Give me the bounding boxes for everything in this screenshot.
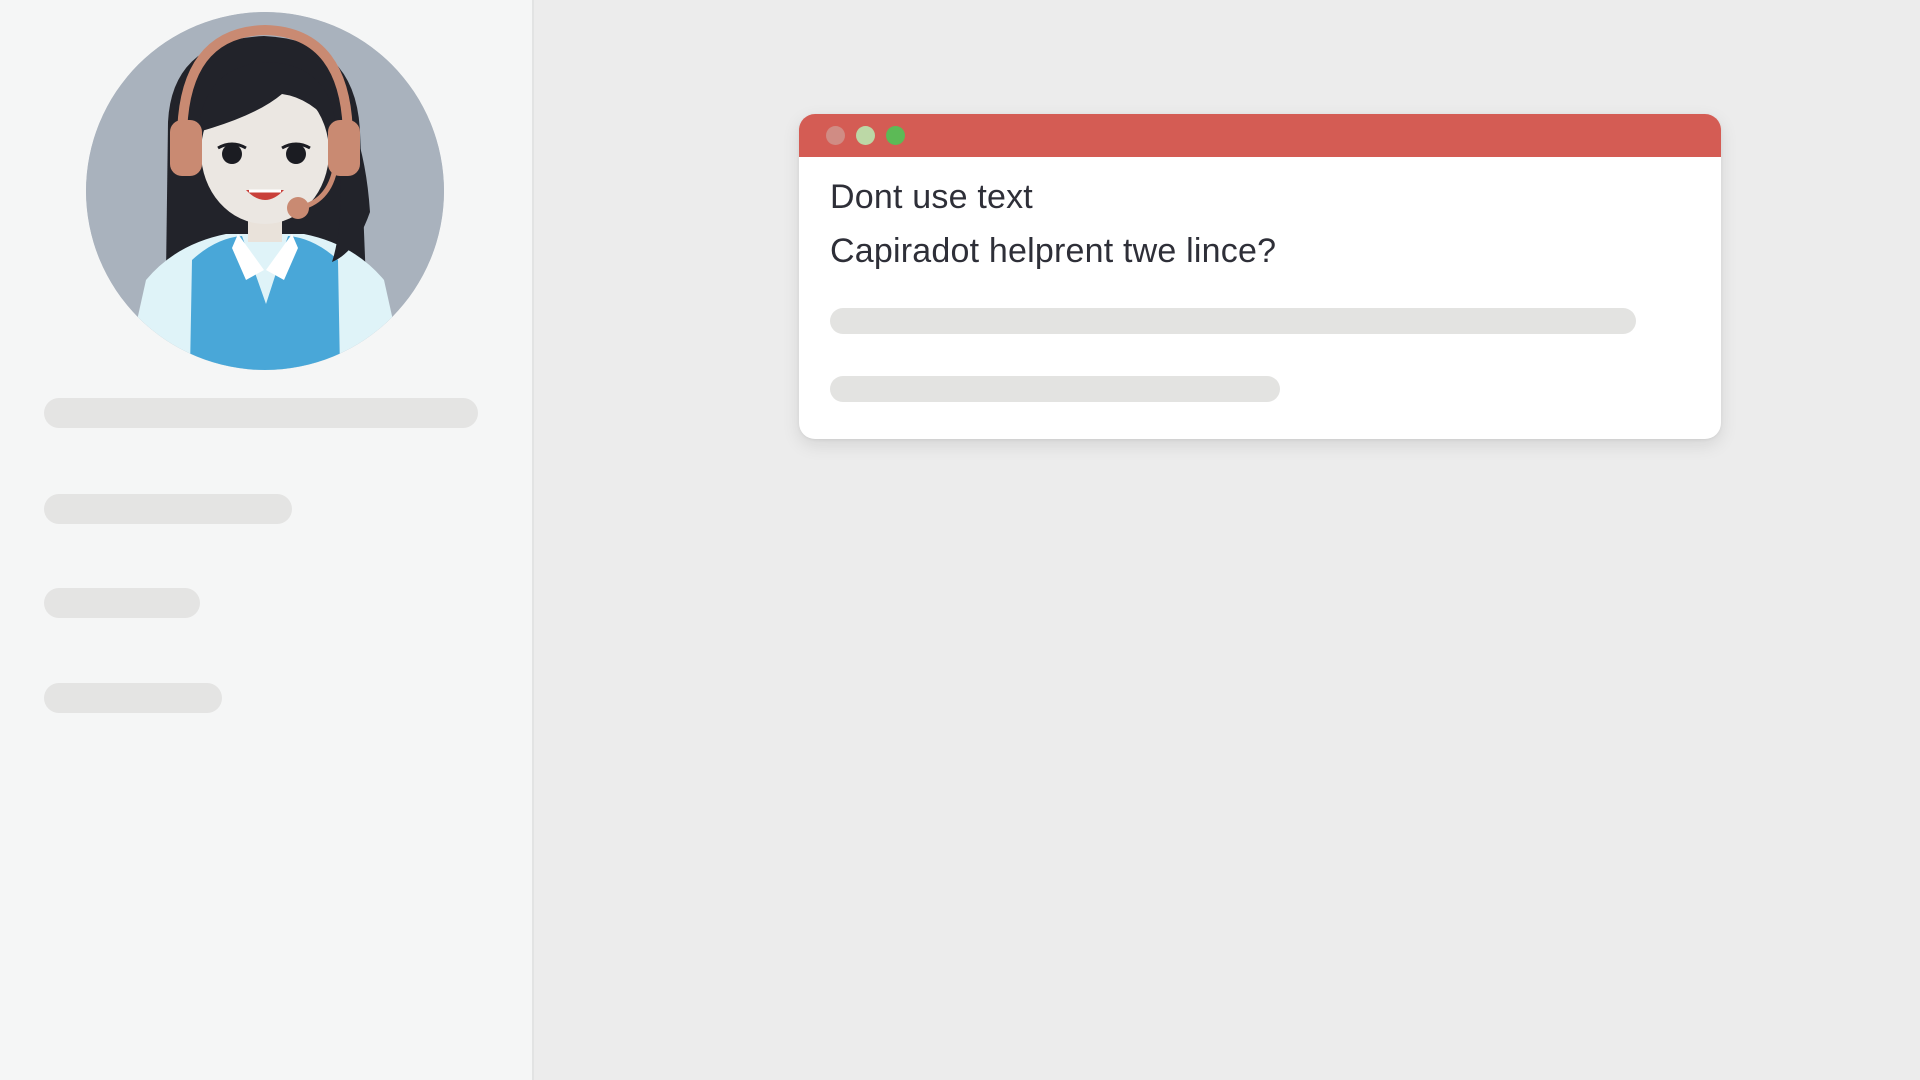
- avatar[interactable]: [86, 12, 444, 370]
- minimize-dot-icon[interactable]: [856, 126, 875, 145]
- support-agent-avatar-icon: [86, 12, 444, 370]
- app-window: Dont use text Capiradot helprent twe lin…: [0, 0, 1920, 1080]
- dialog-text-line-1: Dont use text: [830, 178, 1033, 216]
- message-dialog: Dont use text Capiradot helprent twe lin…: [799, 114, 1721, 439]
- name-placeholder: [44, 398, 478, 428]
- close-dot-icon[interactable]: [826, 126, 845, 145]
- sidebar-item-placeholder[interactable]: [44, 683, 222, 713]
- dialog-titlebar[interactable]: [799, 114, 1721, 157]
- text-placeholder-bar: [830, 308, 1636, 334]
- text-placeholder-bar: [830, 376, 1280, 402]
- sidebar-item-placeholder[interactable]: [44, 494, 292, 524]
- sidebar: [0, 0, 534, 1080]
- dialog-text-line-2: Capiradot helprent twe lince?: [830, 232, 1277, 270]
- maximize-dot-icon[interactable]: [886, 126, 905, 145]
- sidebar-item-placeholder[interactable]: [44, 588, 200, 618]
